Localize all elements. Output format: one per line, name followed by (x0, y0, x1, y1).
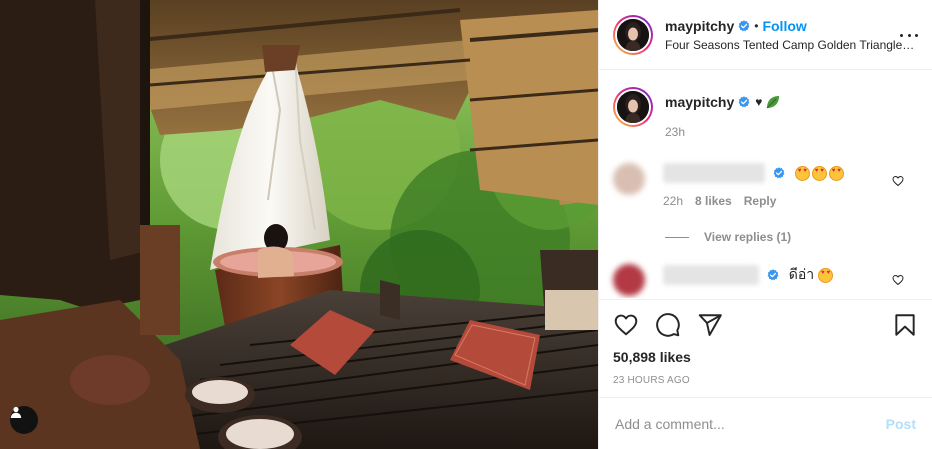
caption-username[interactable]: maypitchy (665, 94, 734, 110)
star-struck-emoji-icon (828, 165, 844, 181)
post-photo[interactable] (0, 0, 598, 449)
reply-button[interactable]: Reply (744, 194, 777, 208)
view-replies-button[interactable]: View replies (1) (665, 230, 932, 244)
bookmark-icon[interactable] (892, 312, 918, 338)
replies-divider (665, 236, 689, 238)
author-username[interactable]: maypitchy (665, 18, 734, 34)
caption-text: ♥ (755, 95, 763, 109)
comment-text (794, 164, 846, 181)
caption: maypitchy ♥ 23h (599, 70, 932, 139)
heart-icon[interactable] (613, 312, 639, 338)
add-comment-bar: Post (599, 397, 932, 449)
likes-count[interactable]: 50,898 likes (613, 349, 918, 365)
tagged-users-button[interactable] (10, 406, 38, 434)
star-struck-emoji-icon (818, 267, 834, 283)
caption-time[interactable]: 23h (665, 125, 781, 139)
verified-badge-icon (738, 20, 750, 32)
commenter-avatar[interactable] (613, 264, 645, 296)
location-link[interactable]: Four Seasons Tented Camp Golden Triangle… (665, 38, 917, 52)
add-comment-input[interactable] (615, 415, 886, 432)
post-sidebar: maypitchy • Follow Four Seasons Tented C… (598, 0, 932, 449)
comment-text: ดีอ่า (788, 266, 835, 283)
post-actions: 50,898 likes 23 HOURS AGO (599, 299, 932, 386)
post-header: maypitchy • Follow Four Seasons Tented C… (599, 0, 932, 70)
caption-avatar[interactable] (613, 87, 653, 127)
comment-text-thai: ดีอ่า (788, 266, 815, 282)
follow-button[interactable]: Follow (762, 18, 806, 34)
view-replies-label: View replies (1) (704, 230, 792, 244)
author-avatar[interactable] (613, 14, 653, 55)
user-icon (10, 406, 22, 418)
leaf-emoji-icon (767, 96, 780, 109)
comment-item: ดีอ่า (599, 264, 932, 296)
comment-time[interactable]: 22h (663, 194, 683, 208)
star-struck-emoji-icon (811, 165, 827, 181)
commenter-username-blurred[interactable] (663, 265, 759, 286)
commenter-avatar[interactable] (613, 163, 645, 195)
comment-likes[interactable]: 8 likes (695, 194, 732, 208)
post-comment-button[interactable]: Post (886, 416, 916, 432)
comment-item: 22h 8 likes Reply (599, 163, 932, 208)
author-info: maypitchy • Follow Four Seasons Tented C… (665, 17, 918, 52)
comment-like-icon[interactable] (892, 274, 904, 286)
post-age[interactable]: 23 HOURS AGO (613, 375, 918, 386)
verified-badge-icon (767, 269, 779, 281)
more-options-icon[interactable] (900, 26, 918, 44)
avatar-image (617, 18, 649, 51)
comment-icon[interactable] (655, 312, 681, 338)
comment-meta: 22h 8 likes Reply (663, 194, 918, 208)
commenter-username-blurred[interactable] (663, 163, 765, 183)
paper-plane-icon[interactable] (697, 312, 723, 338)
verified-badge-icon (738, 96, 750, 108)
separator-dot: • (754, 19, 759, 33)
comment-like-icon[interactable] (892, 175, 904, 187)
verified-badge-icon (773, 167, 785, 179)
avatar-image (617, 91, 649, 123)
comments-section: maypitchy ♥ 23h ♥ ♥♥ ♥♥ ♥ 22h 8 likes Re… (599, 70, 932, 298)
instagram-post: maypitchy • Follow Four Seasons Tented C… (0, 0, 932, 449)
star-struck-emoji-icon (794, 165, 810, 181)
photo-scene (0, 0, 598, 449)
